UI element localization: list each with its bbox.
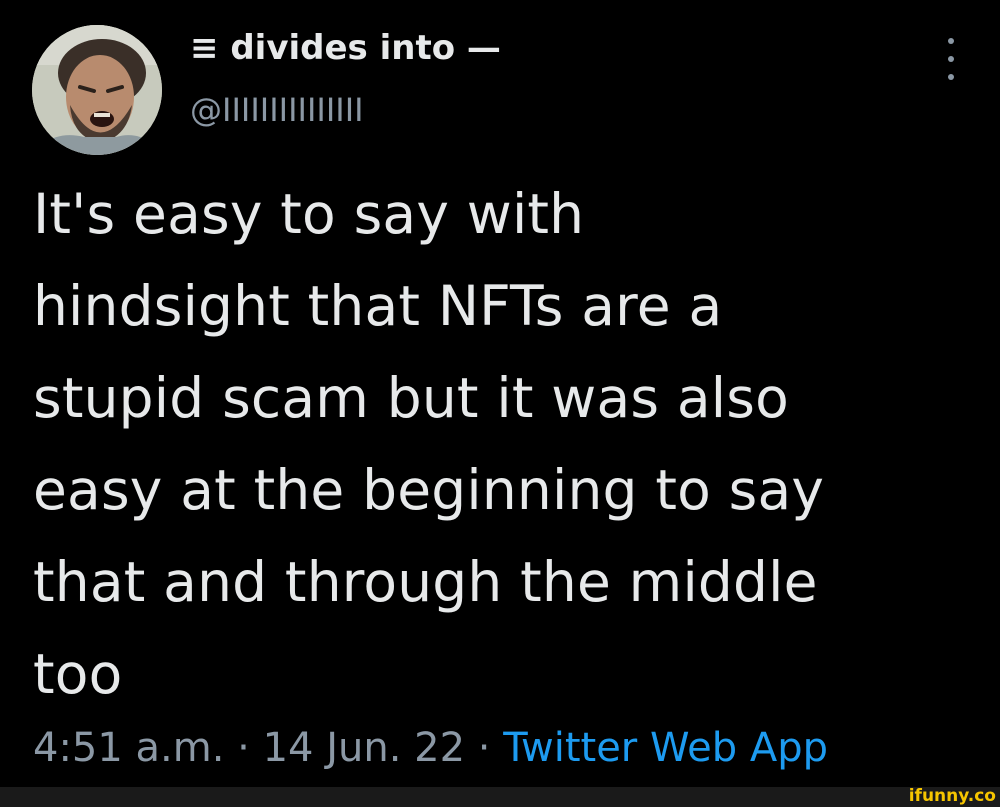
footer-strip bbox=[0, 787, 1000, 807]
user-handle[interactable]: @IIIIIIIIIIIIIII bbox=[190, 90, 364, 130]
more-dot bbox=[948, 56, 954, 62]
watermark-logo: ifunny.co bbox=[908, 786, 996, 806]
display-name[interactable]: ≡ divides into — bbox=[190, 26, 501, 70]
tweet-metadata: 4:51 a.m. · 14 Jun. 22 · Twitter Web App bbox=[33, 722, 828, 774]
tweet-card: ≡ divides into — @IIIIIIIIIIIIIII It's e… bbox=[0, 0, 1000, 807]
tweet-text: It's easy to say with hindsight that NFT… bbox=[33, 182, 825, 706]
tweet-source-link[interactable]: Twitter Web App bbox=[503, 725, 828, 771]
more-dot bbox=[948, 38, 954, 44]
tweet-timestamp[interactable]: 4:51 a.m. · 14 Jun. 22 · bbox=[33, 725, 503, 771]
avatar-image bbox=[32, 25, 162, 155]
more-dot bbox=[948, 74, 954, 80]
avatar[interactable] bbox=[32, 25, 162, 155]
more-vertical-icon[interactable] bbox=[936, 38, 966, 80]
